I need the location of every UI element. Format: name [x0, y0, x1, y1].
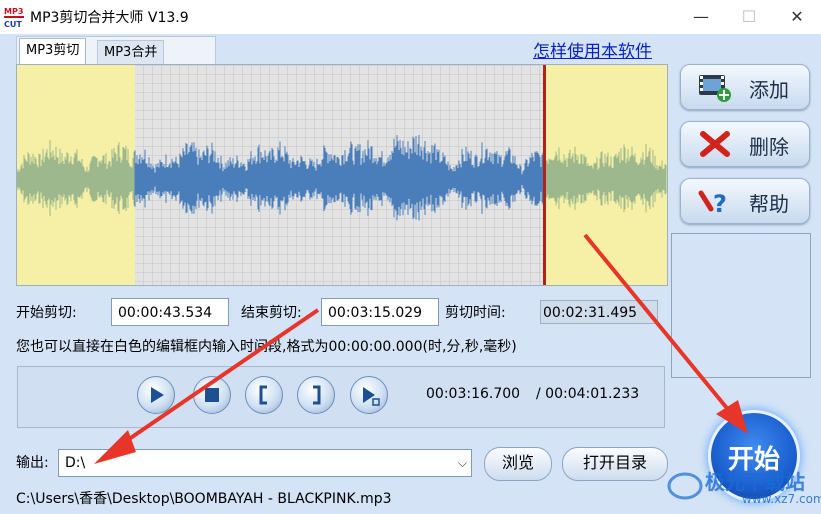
- play-selection-icon: [363, 387, 380, 406]
- add-button[interactable]: 添加: [680, 64, 810, 110]
- start-cut-label: 开始剪切:: [16, 305, 77, 321]
- start-time-input[interactable]: 00:00:43.534: [111, 298, 229, 326]
- watermark-text: 极光下载站: [705, 470, 805, 494]
- delete-label: 删除: [749, 135, 789, 159]
- close-icon: ✕: [790, 7, 804, 26]
- minimize-button[interactable]: —: [677, 0, 725, 34]
- mark-end-icon: [313, 385, 321, 405]
- play-button[interactable]: [137, 376, 175, 414]
- waveform-graph: [17, 65, 667, 285]
- svg-text:?: ?: [713, 190, 727, 217]
- svg-text:CUT: CUT: [4, 20, 22, 29]
- output-label: 输出:: [16, 455, 49, 471]
- end-cut-label: 结束剪切:: [241, 305, 302, 321]
- tab-mp3-cut[interactable]: MP3剪切: [19, 38, 87, 66]
- stop-button[interactable]: [193, 376, 231, 414]
- maximize-button[interactable]: ☐: [725, 0, 773, 34]
- add-label: 添加: [749, 78, 789, 102]
- total-time: / 00:04:01.233: [536, 386, 640, 402]
- info-panel: [671, 233, 811, 378]
- maximize-icon: ☐: [741, 7, 757, 26]
- waveform-view[interactable]: [16, 64, 668, 286]
- tab-mp3-merge[interactable]: MP3合并: [97, 40, 165, 65]
- cut-duration-value: 00:02:31.495: [540, 300, 658, 324]
- source-file-path: C:\Users\香香\Desktop\BOOMBAYAH - BLACKPIN…: [16, 491, 392, 507]
- mark-start-button[interactable]: [245, 376, 283, 414]
- play-selection-button[interactable]: [350, 376, 388, 414]
- window-title: MP3剪切合并大师 V13.9: [30, 10, 189, 26]
- title-bar: MP3 CUT MP3剪切合并大师 V13.9 — ☐ ✕: [0, 0, 821, 34]
- output-folder-value: D:\: [65, 455, 86, 471]
- help-button[interactable]: ? 帮助: [680, 178, 810, 224]
- chevron-down-icon: ⌵: [457, 456, 467, 470]
- end-time-input[interactable]: 00:03:15.029: [321, 298, 439, 326]
- format-hint: 您也可以直接在白色的编辑框内输入时间段,格式为00:00:00.000(时,分,…: [16, 339, 517, 355]
- help-question-icon: ?: [698, 190, 727, 217]
- how-to-use-link[interactable]: 怎样使用本软件: [533, 37, 652, 62]
- watermark-url: www.xz7.com: [742, 492, 821, 506]
- browse-button[interactable]: 浏览: [484, 447, 552, 481]
- delete-button[interactable]: 删除: [680, 121, 810, 167]
- output-folder-select[interactable]: D:\ ⌵: [58, 449, 472, 477]
- app-icon: MP3 CUT: [3, 5, 25, 29]
- playback-cursor: [543, 65, 546, 285]
- add-media-icon: [699, 75, 731, 102]
- open-directory-button[interactable]: 打开目录: [562, 447, 668, 481]
- mark-end-button[interactable]: [297, 376, 335, 414]
- play-icon: [151, 387, 164, 403]
- tab-bar: MP3剪切 MP3合并: [16, 36, 216, 66]
- close-button[interactable]: ✕: [773, 0, 821, 34]
- help-label: 帮助: [749, 192, 789, 216]
- current-time: 00:03:16.700: [426, 386, 521, 402]
- minimize-icon: —: [693, 7, 709, 26]
- svg-text:MP3: MP3: [4, 7, 23, 16]
- red-x-icon: [700, 131, 730, 157]
- stop-icon: [205, 388, 219, 402]
- mark-start-icon: [259, 385, 267, 405]
- cut-duration-label: 剪切时间:: [445, 305, 506, 321]
